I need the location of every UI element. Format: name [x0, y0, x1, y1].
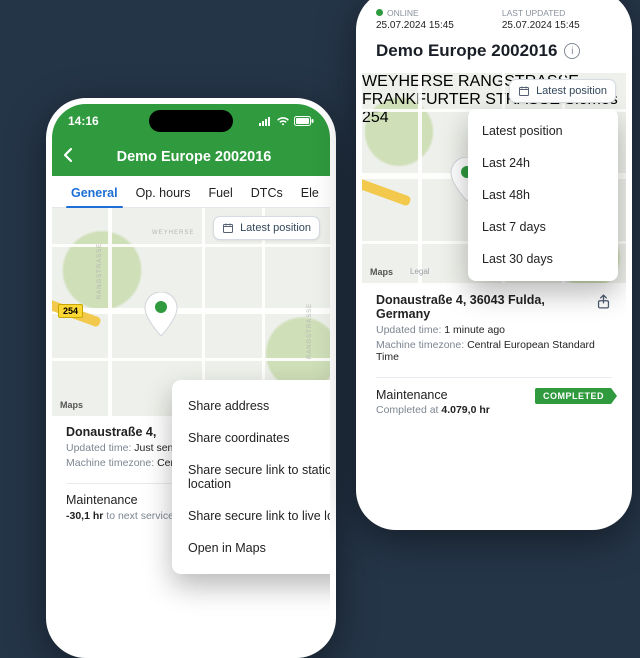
- road-label: RANGSTRASSE: [97, 243, 103, 299]
- header: Demo Europe 2002016: [52, 138, 330, 176]
- status-indicators: [258, 116, 314, 126]
- range-last-48h[interactable]: Last 48h: [468, 179, 618, 211]
- wifi-icon: [276, 116, 290, 126]
- latest-position-chip[interactable]: Latest position: [509, 79, 616, 103]
- address-line: Donaustraße 4, 36043 Fulda, Germany: [376, 293, 595, 321]
- latest-position-label: Latest position: [536, 85, 607, 97]
- status-time: 14:16: [68, 114, 99, 128]
- tab-ele[interactable]: Ele: [292, 186, 328, 207]
- road-label: WEYHERSE: [152, 230, 194, 236]
- tab-op-hours[interactable]: Op. hours: [127, 186, 200, 207]
- share-menu: Share address Share coordinates Share se…: [172, 380, 336, 574]
- phone-right: ONLINE 25.07.2024 15:45 LAST UPDATED 25.…: [356, 0, 632, 530]
- open-in-maps[interactable]: Open in Maps: [172, 532, 336, 564]
- range-last-24h[interactable]: Last 24h: [468, 147, 618, 179]
- updated-line: Updated time: 1 minute ago: [376, 324, 595, 336]
- timezone-line: Machine timezone: Central European Stand…: [376, 339, 595, 363]
- phone-left: 14:16 Demo Europe 2002016 General Op. ho…: [46, 98, 336, 658]
- status-row: ONLINE 25.07.2024 15:45 LAST UPDATED 25.…: [376, 8, 612, 31]
- apple-maps-attribution: Maps: [60, 400, 83, 410]
- maintenance-title: Maintenance: [376, 388, 490, 402]
- apple-maps-attribution: Maps: [370, 267, 393, 277]
- map-legal-link[interactable]: Legal: [410, 267, 430, 276]
- battery-icon: [294, 116, 314, 126]
- tab-bar: General Op. hours Fuel DTCs Ele: [52, 176, 330, 208]
- info-icon[interactable]: i: [564, 43, 580, 59]
- share-icon[interactable]: [595, 293, 612, 310]
- signal-icon: [258, 116, 272, 126]
- header-title: Demo Europe 2002016: [80, 149, 308, 165]
- maintenance-title: Maintenance: [66, 493, 174, 507]
- maintenance-sub: -30,1 hr to next service: [66, 510, 174, 522]
- tab-dtcs[interactable]: DTCs: [242, 186, 292, 207]
- last-updated-status: LAST UPDATED 25.07.2024 15:45: [502, 8, 580, 31]
- tab-fuel[interactable]: Fuel: [199, 186, 241, 207]
- latest-position-label: Latest position: [240, 222, 311, 234]
- right-header-block: ONLINE 25.07.2024 15:45 LAST UPDATED 25.…: [362, 0, 626, 67]
- online-status: ONLINE 25.07.2024 15:45: [376, 8, 454, 31]
- location-info-card: Donaustraße 4, 36043 Fulda, Germany Upda…: [362, 283, 626, 416]
- road-shield: 254: [58, 304, 83, 318]
- road-label: RANGSTRASSE: [307, 303, 313, 359]
- latest-position-chip[interactable]: Latest position: [213, 216, 320, 240]
- online-dot-icon: [376, 9, 383, 16]
- tab-general[interactable]: General: [62, 186, 127, 207]
- road-label: WEYHERSE: [362, 73, 454, 90]
- calendar-icon: [222, 222, 234, 234]
- range-last-7d[interactable]: Last 7 days: [468, 211, 618, 243]
- maintenance-sub: Completed at 4.079,0 hr: [376, 404, 490, 416]
- dynamic-island: [149, 110, 233, 132]
- share-coordinates[interactable]: Share coordinates: [172, 422, 336, 454]
- maintenance-row[interactable]: Maintenance Completed at 4.079,0 hr COMP…: [376, 377, 612, 416]
- share-static-link[interactable]: Share secure link to static location: [172, 454, 336, 500]
- time-range-dropdown: Latest position Last 24h Last 48h Last 7…: [468, 109, 618, 281]
- map-pin-icon[interactable]: [144, 292, 178, 336]
- range-last-30d[interactable]: Last 30 days: [468, 243, 618, 275]
- share-address[interactable]: Share address: [172, 390, 336, 422]
- calendar-icon: [518, 85, 530, 97]
- map-area[interactable]: WEYHERSE RANGSTRASSE FRANKFURTER STRASSE…: [362, 73, 626, 283]
- range-latest[interactable]: Latest position: [468, 115, 618, 147]
- status-badge-completed: COMPLETED: [535, 388, 612, 404]
- back-chevron-icon[interactable]: [62, 147, 80, 168]
- share-live-link[interactable]: Share secure link to live location: [172, 500, 336, 532]
- page-title: Demo Europe 2002016: [376, 41, 557, 61]
